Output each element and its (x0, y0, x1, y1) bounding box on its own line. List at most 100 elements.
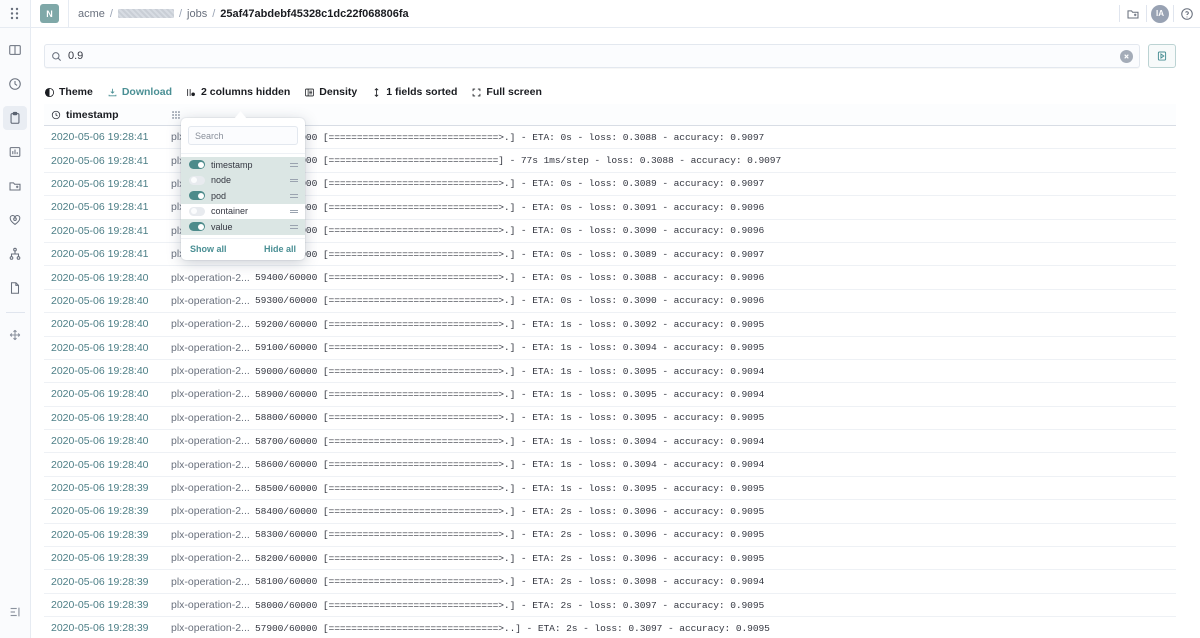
cell-timestamp: 2020-05-06 19:28:39 (51, 575, 149, 588)
rail-item-logs[interactable] (3, 276, 27, 300)
toolbar-density-button[interactable]: Density (304, 86, 357, 98)
table-row[interactable]: 2020-05-06 19:28:40 plx-operation-2... 590… (44, 360, 1176, 384)
cell-value: 58800/60000 [===========================… (255, 412, 765, 424)
popover-search-placeholder: Search (195, 130, 224, 141)
search-bar: 0.9 (44, 44, 1176, 68)
cell-timestamp: 2020-05-06 19:28:41 (51, 224, 149, 237)
show-all-button[interactable]: Show all (190, 244, 227, 254)
cell-timestamp: 2020-05-06 19:28:39 (51, 599, 149, 611)
table-row[interactable]: 2020-05-06 19:28:40 plx-operation-2... 589… (44, 383, 1176, 407)
field-visibility-toggle[interactable] (189, 191, 205, 201)
search-input[interactable]: 0.9 (44, 44, 1140, 68)
table-row[interactable]: 2020-05-06 19:28:39 plx-operation-2... 583… (44, 524, 1176, 548)
rail-item-metrics[interactable] (3, 140, 27, 164)
run-query-button[interactable] (1148, 44, 1176, 68)
popover-field-row[interactable]: node (181, 172, 305, 188)
drag-handle-icon[interactable] (290, 209, 298, 213)
table-row[interactable]: 2020-05-06 19:28:40 plx-operation-2... 593… (44, 290, 1176, 314)
grid-icon (172, 110, 180, 119)
table-row[interactable]: 2020-05-06 19:28:40 plx-operation-2... 594… (44, 266, 1176, 290)
popover-field-list: timestamp node pod container value (181, 154, 305, 238)
hide-all-button[interactable]: Hide all (264, 244, 296, 254)
popover-field-row[interactable]: container (181, 204, 305, 220)
popover-field-row[interactable]: timestamp (181, 157, 305, 173)
field-visibility-toggle[interactable] (189, 206, 205, 216)
cell-value: 58300/60000 [===========================… (255, 529, 765, 541)
rail-item-move[interactable] (3, 323, 27, 347)
column-header-timestamp[interactable]: timestamp (44, 109, 171, 121)
field-visibility-toggle[interactable] (189, 160, 205, 170)
toolbar-download-button[interactable]: Download (107, 86, 172, 98)
cell-value: 59000/60000 [===========================… (255, 365, 765, 377)
breadcrumb-item-jobs[interactable]: jobs (187, 8, 207, 20)
table-row[interactable]: 2020-05-06 19:28:39 plx-operation-2... 582… (44, 547, 1176, 571)
table-row[interactable]: 2020-05-06 19:28:40 plx-operation-2... 591… (44, 337, 1176, 360)
table-row[interactable]: 2020-05-06 19:28:40 plx-operation-2... 592… (44, 313, 1176, 337)
sitemap-icon (9, 247, 21, 260)
breadcrumb-item-org[interactable]: acme (78, 8, 105, 20)
cell-value: 60000/60000 [===========================… (255, 155, 782, 167)
popover-search-input[interactable]: Search (188, 126, 298, 145)
clear-search-button[interactable] (1120, 49, 1133, 63)
cell-timestamp: 2020-05-06 19:28:41 (51, 154, 149, 167)
contrast-icon (44, 87, 55, 97)
rail-item-artifacts[interactable] (3, 174, 27, 198)
rail-item-book-open[interactable] (3, 38, 27, 62)
table-row[interactable]: 2020-05-06 19:28:39 plx-operation-2... 579… (44, 617, 1176, 638)
popover-field-row[interactable]: pod (181, 188, 305, 204)
brand-badge[interactable]: N (40, 4, 59, 23)
table-row[interactable]: 2020-05-06 19:28:39 plx-operation-2... 580… (44, 594, 1176, 618)
field-visibility-toggle[interactable] (189, 175, 205, 185)
cell-timestamp: 2020-05-06 19:28:40 (51, 458, 149, 471)
cell-pod: plx-operation-2... (171, 271, 250, 284)
table-row[interactable]: 2020-05-06 19:28:40 plx-operation-2... 588… (44, 407, 1176, 431)
popover-field-row[interactable]: value (181, 219, 305, 235)
cell-timestamp: 2020-05-06 19:28:40 (51, 435, 149, 448)
rail-item-lineage[interactable] (3, 242, 27, 266)
cell-value: 59500/60000 [===========================… (255, 248, 765, 260)
rail-grip[interactable] (0, 0, 30, 28)
table-row[interactable]: 2020-05-06 19:28:40 plx-operation-2... 586… (44, 453, 1176, 477)
columns-popover: Search timestamp node pod container value Sh… (181, 118, 305, 260)
cell-value: 59300/60000 [===========================… (255, 295, 765, 307)
table-row[interactable]: 2020-05-06 19:28:39 plx-operation-2... 584… (44, 500, 1176, 524)
cell-value: 59100/60000 [===========================… (255, 342, 765, 354)
popover-search-wrap: Search (181, 118, 305, 154)
cell-value: 59200/60000 [===========================… (255, 318, 765, 330)
table-row[interactable]: 2020-05-06 19:28:40 plx-operation-2... 587… (44, 430, 1176, 454)
app-header: N acme / / jobs / 25af47abdebf45328c1dc2… (31, 0, 1200, 28)
drag-handle-icon[interactable] (290, 163, 298, 167)
header-projects-button[interactable] (1120, 0, 1146, 28)
toolbar-fullscreen-button[interactable]: Full screen (471, 86, 542, 98)
rail-item-clipboard[interactable] (3, 106, 27, 130)
toolbar-theme-button[interactable]: Theme (44, 86, 93, 98)
cell-value: 58500/60000 [===========================… (255, 482, 765, 494)
field-visibility-toggle[interactable] (189, 222, 205, 232)
toolbar-columns-button[interactable]: 2 columns hidden (186, 86, 290, 98)
cell-timestamp: 2020-05-06 19:28:41 (51, 177, 149, 190)
rail-collapse-panel[interactable] (3, 600, 27, 624)
drag-handle-icon[interactable] (290, 225, 298, 229)
clock-icon (9, 78, 21, 90)
drag-handle-icon[interactable] (290, 178, 298, 182)
rail-item-history[interactable] (3, 72, 27, 96)
breadcrumb-separator: / (109, 7, 113, 20)
cell-value: 58600/60000 [===========================… (255, 459, 765, 471)
cell-timestamp: 2020-05-06 19:28:40 (51, 271, 149, 284)
toolbar-columns-label: 2 columns hidden (201, 86, 291, 98)
toolbar-sort-button[interactable]: 1 fields sorted (371, 86, 457, 98)
cell-value: 58000/60000 [===========================… (255, 599, 765, 611)
user-avatar-button[interactable]: IA (1147, 0, 1173, 28)
help-button[interactable] (1174, 0, 1200, 28)
breadcrumb-item-redacted[interactable] (117, 9, 174, 18)
table-row[interactable]: 2020-05-06 19:28:39 plx-operation-2... 585… (44, 477, 1176, 501)
cell-value: 58200/60000 [===========================… (255, 552, 765, 564)
popover-footer: Show all Hide all (181, 237, 305, 260)
book-open-icon (9, 45, 21, 55)
cell-value: 58400/60000 [===========================… (255, 505, 765, 517)
drag-handle-icon[interactable] (290, 194, 298, 198)
rail-item-health[interactable] (3, 208, 27, 232)
table-row[interactable]: 2020-05-06 19:28:39 plx-operation-2... 581… (44, 570, 1176, 594)
clock-icon (51, 110, 61, 119)
popover-field-label: container (211, 206, 249, 217)
